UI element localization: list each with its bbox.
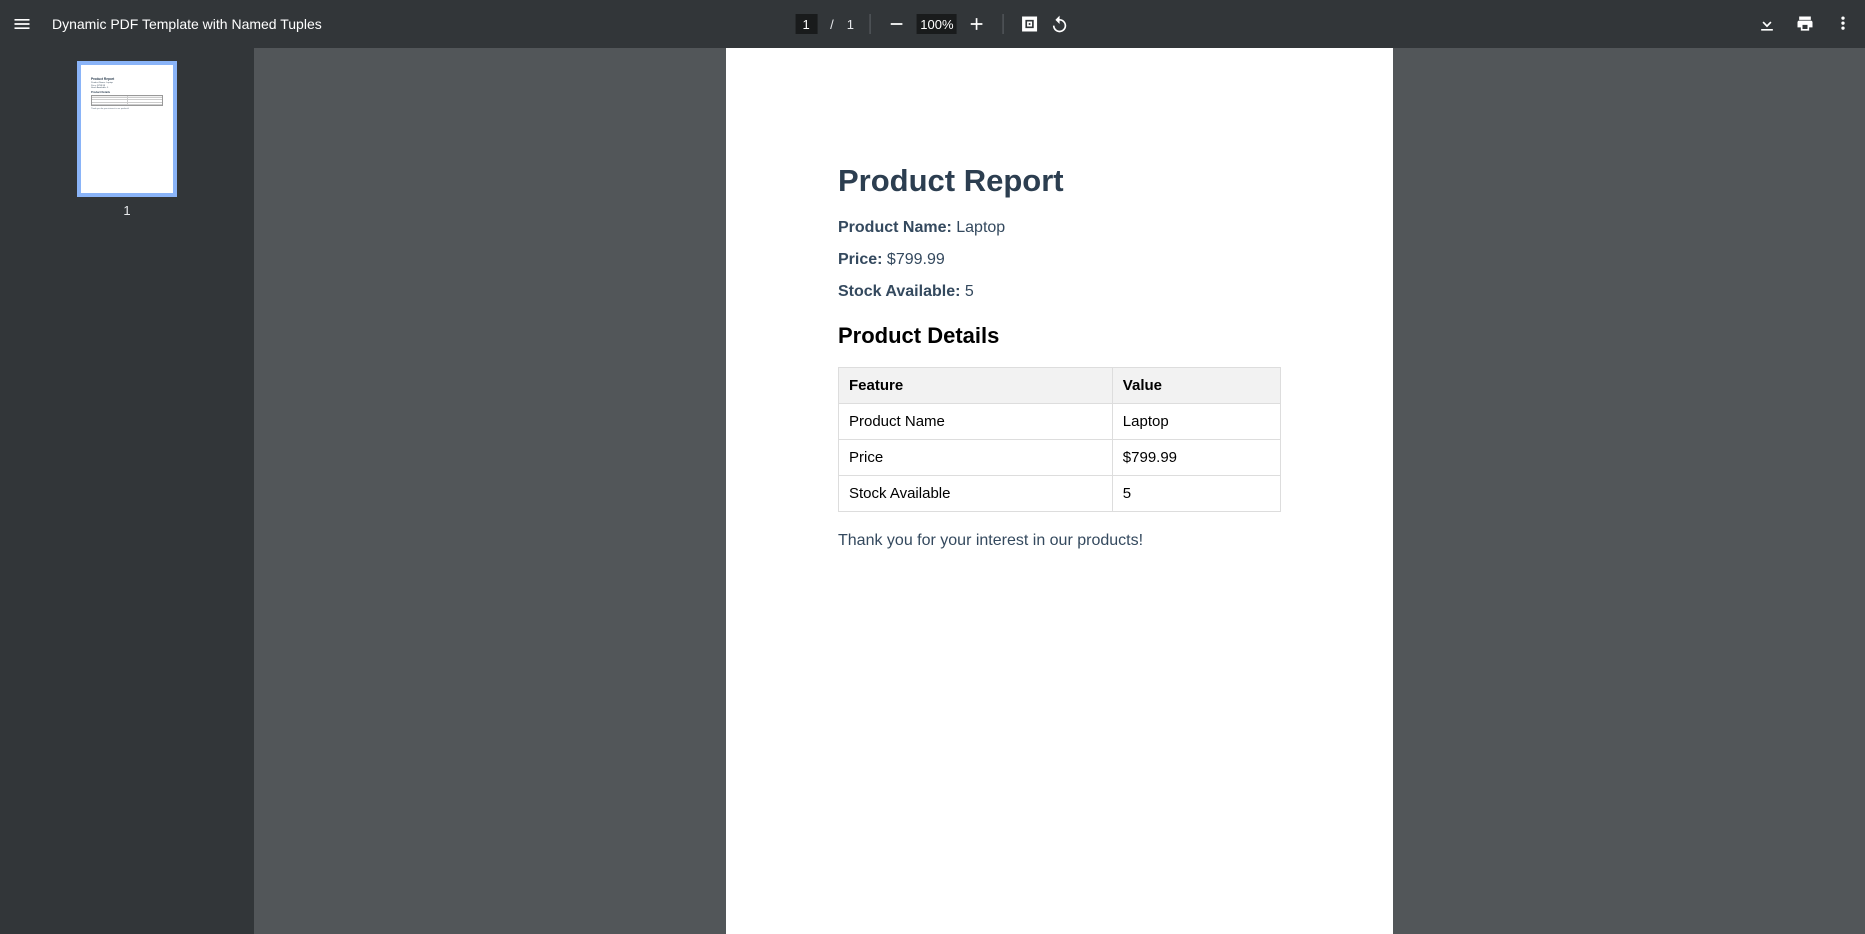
product-name-value: Laptop [956, 219, 1005, 236]
fit-page-button[interactable] [1020, 14, 1040, 34]
toolbar-divider [870, 14, 871, 34]
price-label: Price: [838, 251, 882, 268]
print-button[interactable] [1795, 14, 1815, 34]
toolbar-divider [1003, 14, 1004, 34]
stock-line: Stock Available: 5 [838, 283, 1281, 301]
stock-value: 5 [965, 283, 974, 300]
minus-icon [887, 14, 907, 34]
toolbar-center: / 1 [795, 14, 1070, 34]
page-separator: / [830, 17, 834, 32]
report-title: Product Report [838, 163, 1281, 199]
product-name-line: Product Name: Laptop [838, 219, 1281, 237]
header-value: Value [1112, 368, 1280, 404]
fit-page-icon [1020, 14, 1040, 34]
hamburger-icon [12, 14, 32, 34]
document-title: Dynamic PDF Template with Named Tuples [52, 16, 322, 32]
thumbnail-page-number: 1 [123, 203, 130, 218]
page-viewport[interactable]: Product Report Product Name: Laptop Pric… [254, 48, 1865, 934]
table-header-row: Feature Value [839, 368, 1281, 404]
cell-feature: Stock Available [839, 476, 1113, 512]
page-total: 1 [847, 17, 854, 32]
pdf-toolbar: Dynamic PDF Template with Named Tuples /… [0, 0, 1865, 48]
page-number-input[interactable] [795, 14, 817, 34]
cell-value: Laptop [1112, 404, 1280, 440]
price-line: Price: $799.99 [838, 251, 1281, 269]
download-icon [1757, 14, 1777, 34]
table-row: Product Name Laptop [839, 404, 1281, 440]
print-icon [1795, 14, 1815, 34]
cell-feature: Product Name [839, 404, 1113, 440]
zoom-in-button[interactable] [967, 14, 987, 34]
rotate-icon [1050, 14, 1070, 34]
page-thumbnail[interactable]: Product Report Product Name: Laptop Pric… [77, 61, 177, 197]
main-area: Product Report Product Name: Laptop Pric… [0, 48, 1865, 934]
thumbnail-sidebar: Product Report Product Name: Laptop Pric… [0, 48, 254, 934]
product-details-table: Feature Value Product Name Laptop Price … [838, 367, 1281, 512]
pdf-page: Product Report Product Name: Laptop Pric… [726, 48, 1393, 934]
header-feature: Feature [839, 368, 1113, 404]
stock-label: Stock Available: [838, 283, 960, 300]
rotate-button[interactable] [1050, 14, 1070, 34]
footer-message: Thank you for your interest in our produ… [838, 532, 1281, 550]
more-button[interactable] [1833, 14, 1853, 34]
cell-feature: Price [839, 440, 1113, 476]
zoom-level-input[interactable] [917, 14, 957, 34]
cell-value: 5 [1112, 476, 1280, 512]
toolbar-left: Dynamic PDF Template with Named Tuples [12, 14, 322, 34]
toolbar-right [1757, 14, 1853, 34]
thumbnail-item[interactable]: Product Report Product Name: Laptop Pric… [77, 61, 177, 218]
table-row: Price $799.99 [839, 440, 1281, 476]
zoom-out-button[interactable] [887, 14, 907, 34]
price-value: $799.99 [887, 251, 945, 268]
menu-button[interactable] [12, 14, 32, 34]
product-name-label: Product Name: [838, 219, 952, 236]
details-heading: Product Details [838, 323, 1281, 349]
plus-icon [967, 14, 987, 34]
table-row: Stock Available 5 [839, 476, 1281, 512]
cell-value: $799.99 [1112, 440, 1280, 476]
download-button[interactable] [1757, 14, 1777, 34]
more-vert-icon [1833, 14, 1853, 34]
